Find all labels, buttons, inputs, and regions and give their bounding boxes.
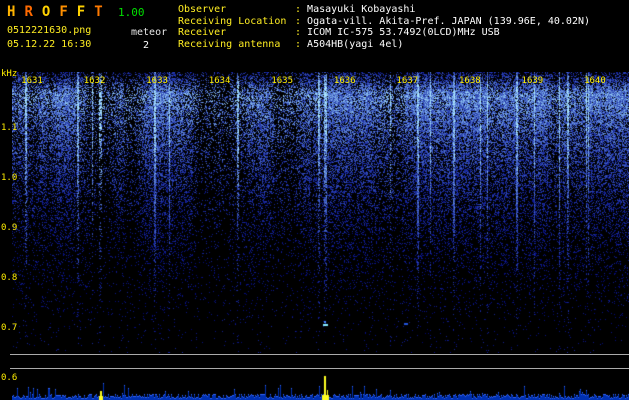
y-tick-label: 1.1	[1, 123, 18, 133]
y-axis-unit-label: kHz	[1, 69, 18, 79]
title-letter: R	[24, 4, 33, 20]
x-tick-label: 1640	[584, 76, 606, 86]
title-letter: F	[59, 4, 68, 20]
x-tick-label: 1634	[208, 76, 231, 86]
timestamp: 05.12.22 16:30	[7, 39, 92, 50]
info-label: Receiving Location	[178, 15, 287, 27]
y-tick-label: 1.0	[1, 173, 18, 183]
y-tick-label: 0.7	[1, 323, 18, 333]
title-letter: O	[41, 4, 51, 20]
info-row-receiver: Receiver: ICOM IC-575 53.7492(0LCD)MHz U…	[178, 27, 590, 39]
info-separator: :	[295, 15, 308, 27]
baseline-line-lower	[10, 368, 629, 369]
y-tick-label: 0.6	[1, 373, 18, 383]
y-tick-label: 0.8	[1, 273, 18, 283]
level-strip-canvas	[12, 374, 629, 400]
info-label: Receiving antenna	[178, 38, 281, 50]
y-tick-label: 0.9	[1, 223, 18, 233]
x-tick-label: 1636	[333, 76, 356, 86]
output-filename: 0512221630.png	[7, 25, 92, 36]
x-tick-label: 1631	[21, 76, 43, 86]
hrofft-output: HROFFT 1.00 0512221630.png meteor 05.12.…	[0, 0, 629, 400]
info-label: Receiver	[178, 27, 227, 39]
x-tick-label: 1637	[396, 76, 419, 86]
x-tick-label: 1633	[146, 76, 168, 86]
x-tick-label: 1632	[83, 76, 106, 86]
info-value: A504HB(yagi 4el)	[307, 38, 404, 50]
mode-label: meteor	[131, 27, 168, 38]
info-row-location: Receiving Location: Ogata-vill. Akita-Pr…	[178, 16, 590, 28]
info-label: Observer	[178, 4, 227, 15]
meteor-count: 2	[143, 40, 150, 51]
info-separator: :	[295, 38, 308, 50]
info-row-observer: Observer: Masayuki Kobayashi	[178, 4, 590, 16]
version-label: 1.00	[118, 6, 145, 19]
x-tick-label: 1639	[521, 76, 544, 86]
info-value: Masayuki Kobayashi	[307, 4, 416, 15]
baseline-line-upper	[10, 354, 629, 355]
info-value: ICOM IC-575 53.7492(0LCD)MHz USB	[307, 27, 500, 39]
spectrogram-canvas	[12, 72, 629, 353]
info-row-antenna: Receiving antenna: A504HB(yagi 4el)	[178, 39, 590, 51]
info-value: Ogata-vill. Akita-Pref. JAPAN (139.96E, …	[307, 15, 591, 27]
x-tick-label: 1638	[459, 76, 481, 86]
title-letter: T	[94, 4, 103, 20]
app-title: HROFFT	[7, 4, 112, 20]
info-separator: :	[295, 4, 308, 15]
title-letter: F	[76, 4, 86, 20]
x-tick-label: 1635	[271, 76, 294, 86]
station-info: Observer: Masayuki Kobayashi Receiving L…	[178, 4, 590, 50]
title-letter: H	[7, 4, 16, 20]
info-separator: :	[295, 27, 308, 39]
